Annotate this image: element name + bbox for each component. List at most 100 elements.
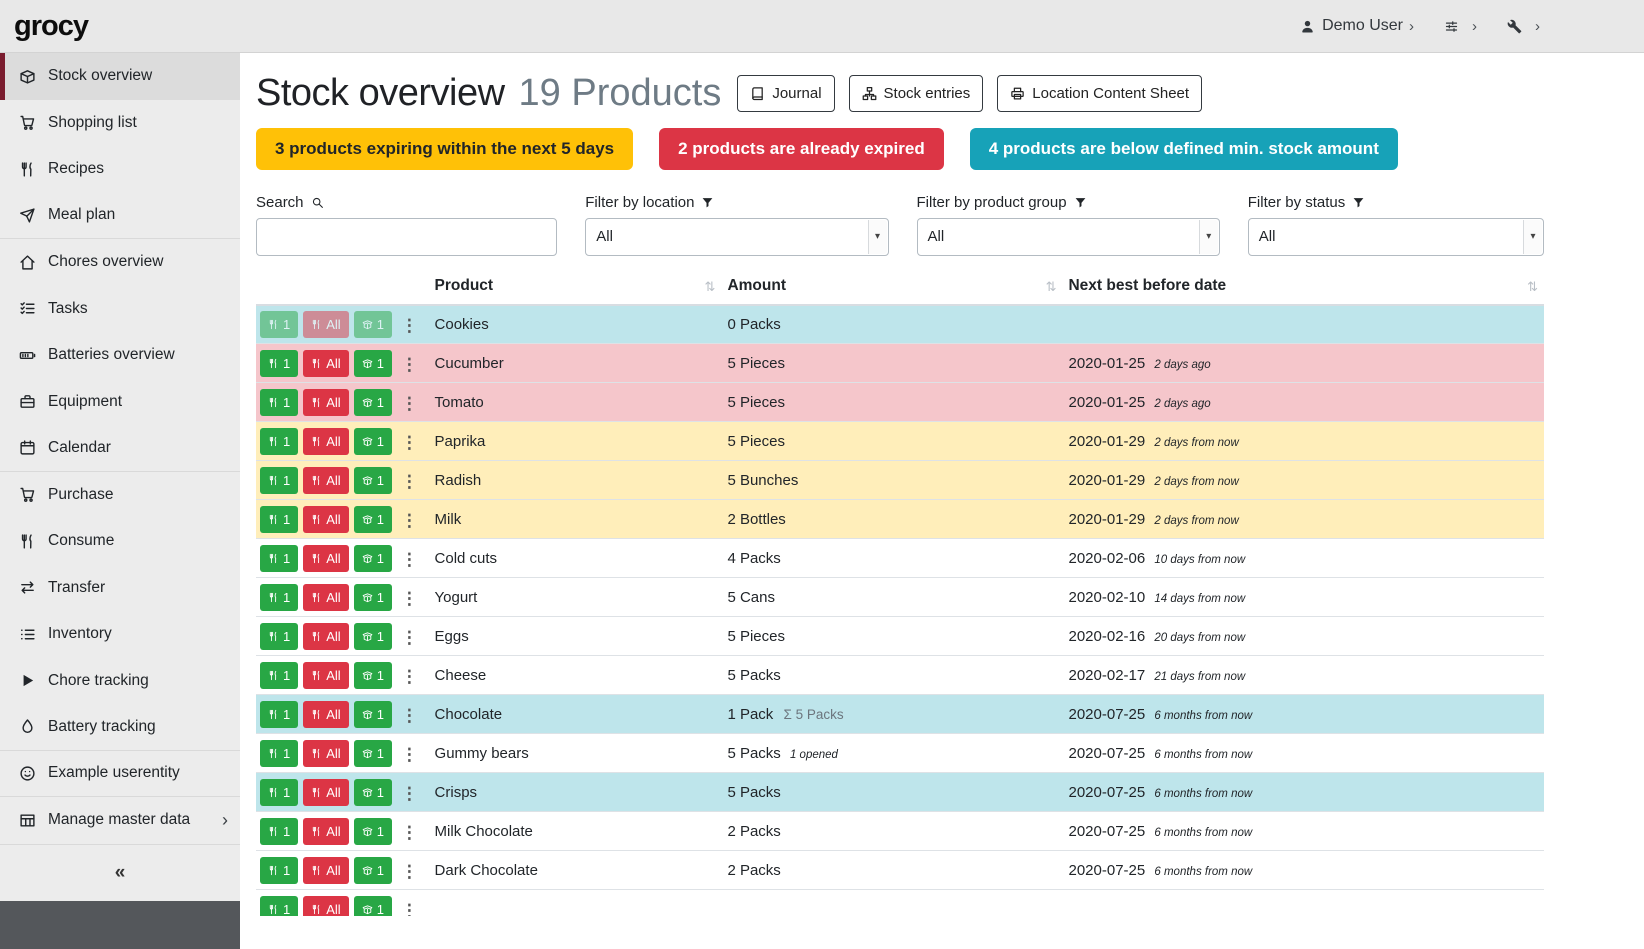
consume-one-button[interactable]: 1 [260, 701, 298, 728]
alert-info[interactable]: 4 products are below defined min. stock … [970, 128, 1398, 170]
row-menu-button[interactable]: ⋮ [401, 472, 418, 492]
open-one-button[interactable]: 1 [354, 545, 392, 572]
sidebar-item-calendar[interactable]: Calendar [0, 425, 240, 472]
consume-one-button[interactable]: 1 [260, 350, 298, 377]
sidebar-item-stock-overview[interactable]: Stock overview [0, 53, 240, 100]
sidebar-item-battery-tracking[interactable]: Battery tracking [0, 704, 240, 751]
open-one-button[interactable]: 1 [354, 662, 392, 689]
open-one-button[interactable]: 1 [354, 467, 392, 494]
row-menu-button[interactable]: ⋮ [401, 316, 418, 336]
consume-one-button[interactable]: 1 [260, 545, 298, 572]
product-group-filter-select[interactable]: All ▾ [917, 218, 1220, 256]
open-one-button[interactable]: 1 [354, 506, 392, 533]
row-menu-button[interactable]: ⋮ [401, 901, 418, 916]
consume-one-button[interactable]: 1 [260, 428, 298, 455]
open-one-button[interactable]: 1 [354, 428, 392, 455]
consume-all-button[interactable]: All [303, 896, 348, 916]
search-input[interactable] [256, 218, 557, 256]
sidebar-item-equipment[interactable]: Equipment [0, 379, 240, 426]
row-menu-button[interactable]: ⋮ [401, 394, 418, 414]
sidebar-item-batteries-overview[interactable]: Batteries overview [0, 332, 240, 379]
sidebar-item-tasks[interactable]: Tasks [0, 286, 240, 333]
sidebar-item-recipes[interactable]: Recipes [0, 146, 240, 193]
consume-one-button[interactable]: 1 [260, 779, 298, 806]
sidebar-item-consume[interactable]: Consume [0, 518, 240, 565]
open-one-button[interactable]: 1 [354, 623, 392, 650]
consume-one-button[interactable]: 1 [260, 857, 298, 884]
sidebar-item-transfer[interactable]: Transfer [0, 565, 240, 612]
consume-all-button[interactable]: All [303, 701, 348, 728]
sidebar-item-purchase[interactable]: Purchase [0, 472, 240, 519]
consume-one-button[interactable]: 1 [260, 584, 298, 611]
sidebar-item-shopping-list[interactable]: Shopping list [0, 100, 240, 147]
user-menu[interactable]: Demo User › [1300, 17, 1414, 35]
alert-danger[interactable]: 2 products are already expired [659, 128, 944, 170]
open-one-button[interactable]: 1 [354, 740, 392, 767]
consume-all-button[interactable]: All [303, 545, 348, 572]
consume-one-button[interactable]: 1 [260, 467, 298, 494]
open-one-button[interactable]: 1 [354, 779, 392, 806]
row-menu-button[interactable]: ⋮ [401, 823, 418, 843]
row-menu-button[interactable]: ⋮ [401, 355, 418, 375]
consume-one-button[interactable]: 1 [260, 662, 298, 689]
consume-all-button[interactable]: All [303, 311, 348, 338]
row-menu-button[interactable]: ⋮ [401, 784, 418, 804]
consume-all-button[interactable]: All [303, 662, 348, 689]
row-menu-button[interactable]: ⋮ [401, 511, 418, 531]
consume-all-button[interactable]: All [303, 389, 348, 416]
sidebar-item-inventory[interactable]: Inventory [0, 611, 240, 658]
sidebar-item-example-userentity[interactable]: Example userentity [0, 751, 240, 798]
column-header-amount[interactable]: Amount ⇅ [721, 272, 1062, 305]
open-one-button[interactable]: 1 [354, 701, 392, 728]
status-filter-select[interactable]: All ▾ [1248, 218, 1544, 256]
open-one-button[interactable]: 1 [354, 389, 392, 416]
sidebar-item-manage-master-data[interactable]: Manage master data› [0, 797, 240, 844]
consume-one-button[interactable]: 1 [260, 506, 298, 533]
consume-one-button[interactable]: 1 [260, 623, 298, 650]
consume-all-button[interactable]: All [303, 857, 348, 884]
row-menu-button[interactable]: ⋮ [401, 862, 418, 882]
row-menu-button[interactable]: ⋮ [401, 628, 418, 648]
consume-all-button[interactable]: All [303, 350, 348, 377]
row-menu-button[interactable]: ⋮ [401, 550, 418, 570]
row-menu-button[interactable]: ⋮ [401, 706, 418, 726]
location-content-sheet-button[interactable]: Location Content Sheet [997, 75, 1202, 112]
row-menu-button[interactable]: ⋮ [401, 433, 418, 453]
consume-all-button[interactable]: All [303, 506, 348, 533]
sidebar-item-chore-tracking[interactable]: Chore tracking [0, 658, 240, 705]
consume-one-button[interactable]: 1 [260, 389, 298, 416]
alert-warning[interactable]: 3 products expiring within the next 5 da… [256, 128, 633, 170]
admin-menu[interactable]: › [1507, 18, 1540, 35]
column-header-next-best-before-date[interactable]: Next best before date ⇅ [1062, 272, 1544, 305]
sidebar-collapse-button[interactable]: « [0, 844, 240, 901]
location-filter-select[interactable]: All ▾ [585, 218, 888, 256]
consume-one-button[interactable]: 1 [260, 818, 298, 845]
settings-menu[interactable]: › [1444, 18, 1477, 35]
open-one-button[interactable]: 1 [354, 857, 392, 884]
consume-all-button[interactable]: All [303, 467, 348, 494]
sidebar-item-meal-plan[interactable]: Meal plan [0, 193, 240, 240]
date-value: 2020-07-25 [1068, 784, 1145, 801]
consume-all-button[interactable]: All [303, 428, 348, 455]
row-menu-button[interactable]: ⋮ [401, 589, 418, 609]
row-menu-button[interactable]: ⋮ [401, 745, 418, 765]
consume-all-button[interactable]: All [303, 623, 348, 650]
journal-button[interactable]: Journal [737, 75, 834, 112]
open-one-button[interactable]: 1 [354, 311, 392, 338]
consume-one-button[interactable]: 1 [260, 311, 298, 338]
stock-entries-button[interactable]: Stock entries [849, 75, 984, 112]
consume-all-button[interactable]: All [303, 818, 348, 845]
open-one-button[interactable]: 1 [354, 818, 392, 845]
consume-all-button[interactable]: All [303, 584, 348, 611]
consume-all-button[interactable]: All [303, 740, 348, 767]
open-one-button[interactable]: 1 [354, 896, 392, 916]
consume-one-button[interactable]: 1 [260, 896, 298, 916]
column-header-product[interactable]: Product ⇅ [429, 272, 722, 305]
open-one-button[interactable]: 1 [354, 350, 392, 377]
consume-all-button[interactable]: All [303, 779, 348, 806]
app-logo[interactable]: grocy [14, 10, 88, 43]
sidebar-item-chores-overview[interactable]: Chores overview [0, 239, 240, 286]
consume-one-button[interactable]: 1 [260, 740, 298, 767]
open-one-button[interactable]: 1 [354, 584, 392, 611]
row-menu-button[interactable]: ⋮ [401, 667, 418, 687]
